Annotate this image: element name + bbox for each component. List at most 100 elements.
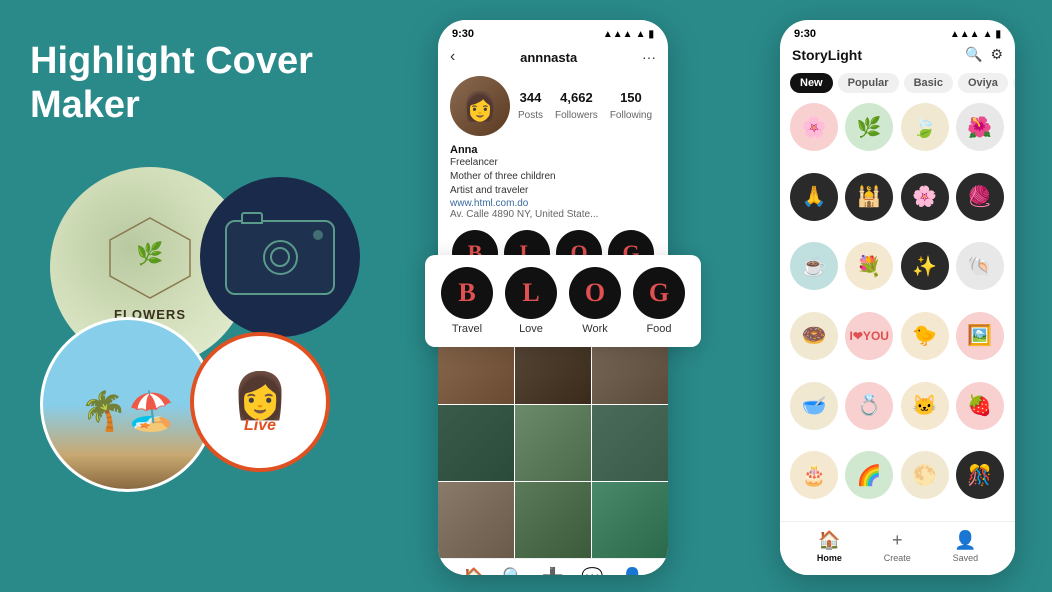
cover-icon-13[interactable]: 🍩 [790,312,838,360]
blog-work-label: Work [582,323,607,335]
following-label: Following [610,110,652,121]
live-label: Live [244,417,276,435]
cover-icon-3[interactable]: 🍃 [901,103,949,151]
add-nav-icon[interactable]: ➕ [542,567,564,575]
following-count: 150 [610,90,652,105]
circle-beach: 🌴🏖️ [40,317,215,492]
home-bottom-nav[interactable]: 🏠 Home [817,530,842,563]
phone2-battery-icon: ▮ [995,29,1001,40]
signal-icon: ▲▲▲ [603,29,633,40]
photo-grid [438,328,668,558]
home-bottom-icon: 🏠 [818,530,840,551]
cover-icon-12[interactable]: 🐚 [956,242,1004,290]
cover-icon-24[interactable]: 🎊 [956,451,1004,499]
cover-icon-8[interactable]: 🧶 [956,173,1004,221]
cover-icon-6[interactable]: 🕌 [845,173,893,221]
grid-cell-7 [438,482,514,558]
phone2-bottom-nav: 🏠 Home + Create 👤 Saved [780,521,1015,575]
phone2-signal-icon: ▲▲▲ [950,29,980,40]
cat-tab-popular[interactable]: Popular [838,73,899,93]
followers-label: Followers [555,110,598,121]
title-line1: Highlight Cover [30,40,313,82]
more-options-button[interactable]: ··· [642,49,656,65]
search-nav-icon[interactable]: 🔍 [502,567,524,575]
cover-icon-5[interactable]: 🙏 [790,173,838,221]
saved-bottom-nav[interactable]: 👤 Saved [953,530,979,563]
blog-overlay: B Travel L Love O Work G Food [425,255,701,347]
profile-stats: 344 Posts 4,662 Followers 150 Following [518,90,656,123]
cover-icon-11[interactable]: ✨ [901,242,949,290]
cover-icon-10[interactable]: 💐 [845,242,893,290]
grid-cell-6 [592,405,668,481]
profile-bio: Anna Freelancer Mother of three children… [438,142,668,224]
cat-tab-chic[interactable]: Chic [1013,73,1015,93]
followers-stat: 4,662 Followers [555,90,598,123]
grid-cell-8 [515,482,591,558]
cat-tab-basic[interactable]: Basic [904,73,953,93]
profile-nav-icon[interactable]: 👤 [621,567,643,575]
cover-icon-1[interactable]: 🌸 [790,103,838,151]
cover-icon-4[interactable]: 🌺 [956,103,1004,151]
cover-icon-9[interactable]: ☕ [790,242,838,290]
cover-icon-2[interactable]: 🌿 [845,103,893,151]
app-name: StoryLight [792,47,862,63]
cat-tab-oviya[interactable]: Oviya [958,73,1008,93]
posts-label: Posts [518,110,543,121]
cover-icon-14[interactable]: I❤YOU [845,312,893,360]
home-nav-icon[interactable]: 🏠 [463,567,485,575]
bio-line1: Freelancer [450,156,656,170]
cover-icon-18[interactable]: 💍 [845,382,893,430]
blog-o-circle: O [569,267,621,319]
battery-icon: ▮ [648,29,654,40]
home-bottom-label: Home [817,553,842,563]
blog-food-bubble[interactable]: G Food [633,267,685,335]
cover-icon-19[interactable]: 🐱 [901,382,949,430]
grid-cell-4 [438,405,514,481]
phone1-header: ‹ annnasta ··· [438,44,668,72]
profile-username: annnasta [520,50,577,65]
title-line2: Maker [30,84,140,126]
phone1-time: 9:30 [452,28,474,40]
beach-icon: 🌴🏖️ [80,390,175,434]
phone1-status-bar: 9:30 ▲▲▲ ▲ ▮ [438,20,668,44]
circle-camera [200,177,360,337]
phone1-bottom-nav: 🏠 🔍 ➕ 💬 👤 [438,558,668,575]
posts-count: 344 [518,90,543,105]
back-button[interactable]: ‹ [450,48,455,66]
messenger-nav-icon[interactable]: 💬 [581,567,603,575]
cat-tab-new[interactable]: New [790,73,833,93]
blog-travel-bubble[interactable]: B Travel [441,267,493,335]
icons-grid: 🌸 🌿 🍃 🌺 🙏 🕌 🌸 🧶 ☕ 💐 ✨ 🐚 🍩 I❤YOU 🐤 🖼️ 🥣 💍… [780,97,1015,521]
phone2-status-bar: 9:30 ▲▲▲ ▲ ▮ [780,20,1015,44]
cover-icon-21[interactable]: 🎂 [790,451,838,499]
cover-icon-7[interactable]: 🌸 [901,173,949,221]
phone2-time: 9:30 [794,28,816,40]
create-bottom-nav[interactable]: + Create [884,530,911,563]
bio-location: Av. Calle 4890 NY, United State... [450,209,656,220]
bio-line2: Mother of three children [450,170,656,184]
cover-icon-15[interactable]: 🐤 [901,312,949,360]
cover-icon-23[interactable]: 🌕 [901,451,949,499]
category-tabs: New Popular Basic Oviya Chic [780,69,1015,97]
cover-icon-20[interactable]: 🍓 [956,382,1004,430]
blog-food-label: Food [646,323,671,335]
phone1-profile-section: 👩 344 Posts 4,662 Followers 150 Followin… [438,72,668,142]
blog-work-bubble[interactable]: O Work [569,267,621,335]
saved-bottom-label: Saved [953,553,979,563]
cover-circles: 🌿 Flowers 🌴🏖️ 👩 Live [30,147,390,507]
followers-count: 4,662 [555,90,598,105]
blog-l-circle: L [505,267,557,319]
search-header-icon[interactable]: 🔍 [965,46,982,63]
cover-icon-17[interactable]: 🥣 [790,382,838,430]
bio-line3: Artist and traveler [450,184,656,198]
phone2-wifi-icon: ▲ [983,29,993,40]
bio-name: Anna [450,144,656,156]
circle-live: 👩 Live [190,332,330,472]
grid-cell-9 [592,482,668,558]
cover-icon-16[interactable]: 🖼️ [956,312,1004,360]
settings-header-icon[interactable]: ⚙ [990,46,1003,63]
cover-icon-22[interactable]: 🌈 [845,451,893,499]
bio-link[interactable]: www.html.com.do [450,198,656,209]
blog-g-circle: G [633,267,685,319]
blog-love-bubble[interactable]: L Love [505,267,557,335]
